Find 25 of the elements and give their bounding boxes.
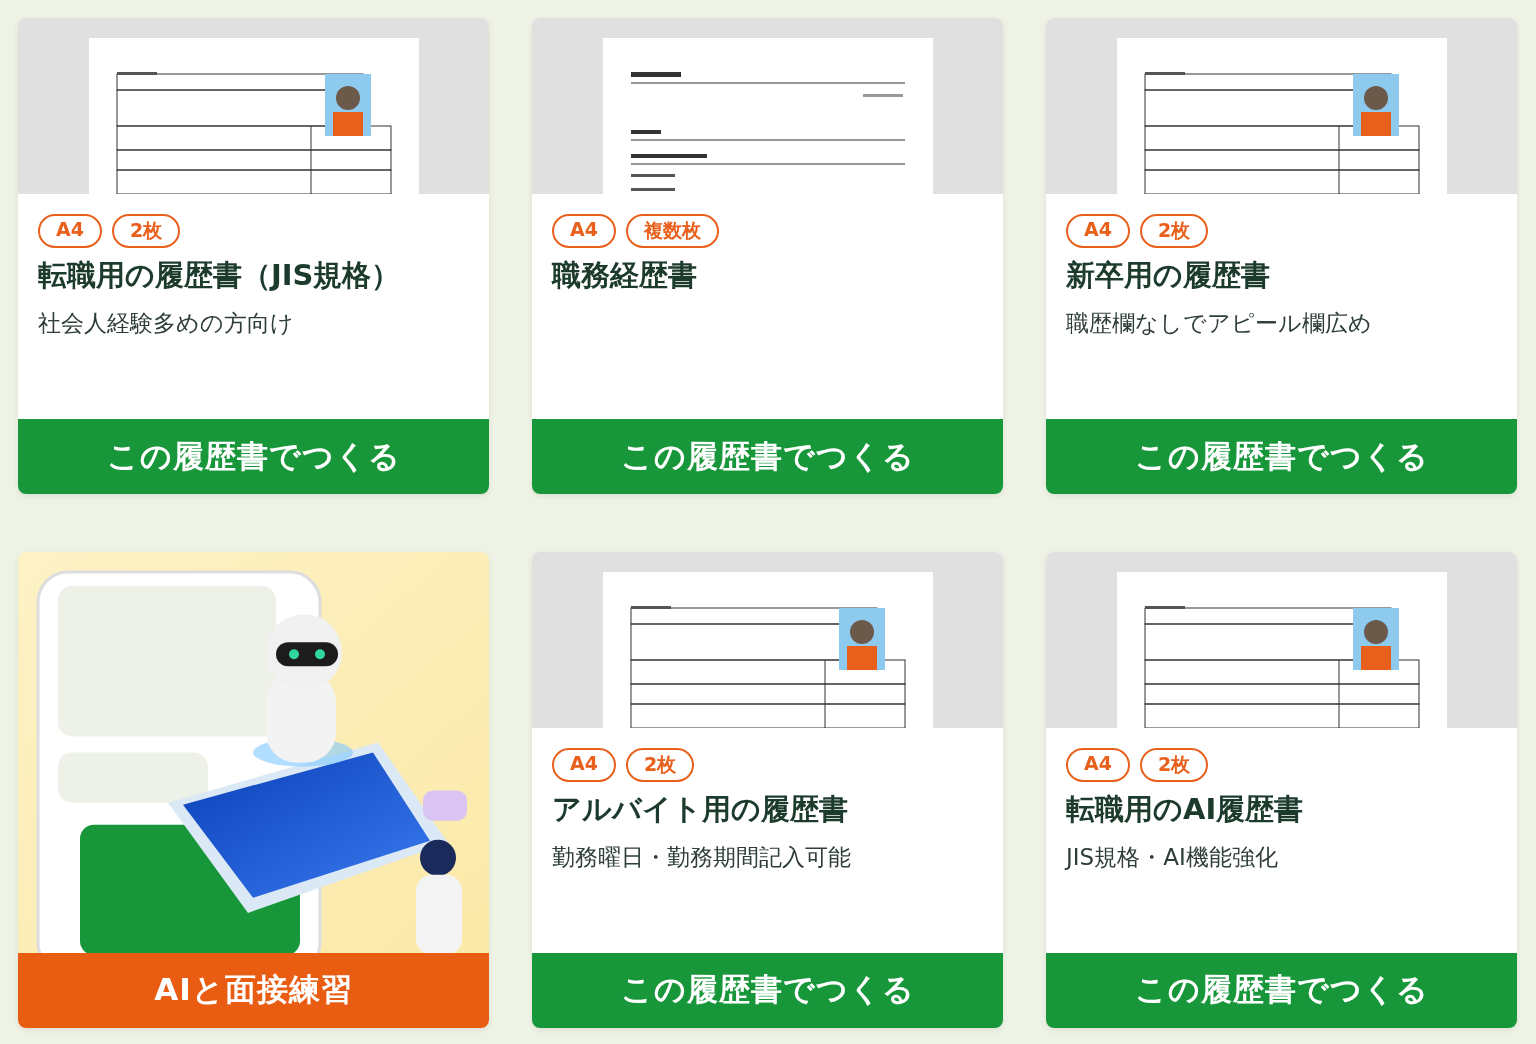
create-button[interactable]: この履歴書でつくる (18, 419, 489, 494)
tag: 複数枚 (625, 214, 719, 248)
create-button[interactable]: この履歴書でつくる (532, 952, 1003, 1028)
card-title: 転職用の履歴書（JIS規格） (38, 257, 402, 294)
tag: 2枚 (625, 747, 695, 782)
card-title: 転職用のAI履歴書 (1066, 790, 1305, 828)
tag: 2枚 (111, 214, 181, 248)
card-subtitle: 職歴欄なしでアピール欄広め (1066, 309, 1373, 338)
card-subtitle: JIS規格・AI機能強化 (1066, 842, 1279, 872)
tag: A4 (1066, 214, 1130, 248)
tag: 2枚 (1139, 747, 1209, 782)
create-button[interactable]: この履歴書でつくる (1046, 419, 1517, 494)
card-title: 職務経歴書 (552, 257, 698, 294)
card-title: 新卒用の履歴書 (1066, 257, 1271, 294)
create-button[interactable]: この履歴書でつくる (532, 419, 1003, 494)
tag: A4 (552, 747, 616, 782)
card-title: アルバイト用の履歴書 (552, 790, 849, 828)
tag: A4 (38, 214, 102, 248)
card-subtitle: 社会人経験多めの方向け (38, 309, 295, 338)
tag: A4 (1066, 747, 1130, 782)
create-button[interactable]: AIと面接練習 (18, 952, 489, 1028)
card-subtitle: 勤務曜日・勤務期間記入可能 (552, 842, 852, 872)
create-button[interactable]: この履歴書でつくる (1046, 952, 1517, 1028)
tag: A4 (552, 214, 616, 248)
tag: 2枚 (1139, 214, 1209, 248)
